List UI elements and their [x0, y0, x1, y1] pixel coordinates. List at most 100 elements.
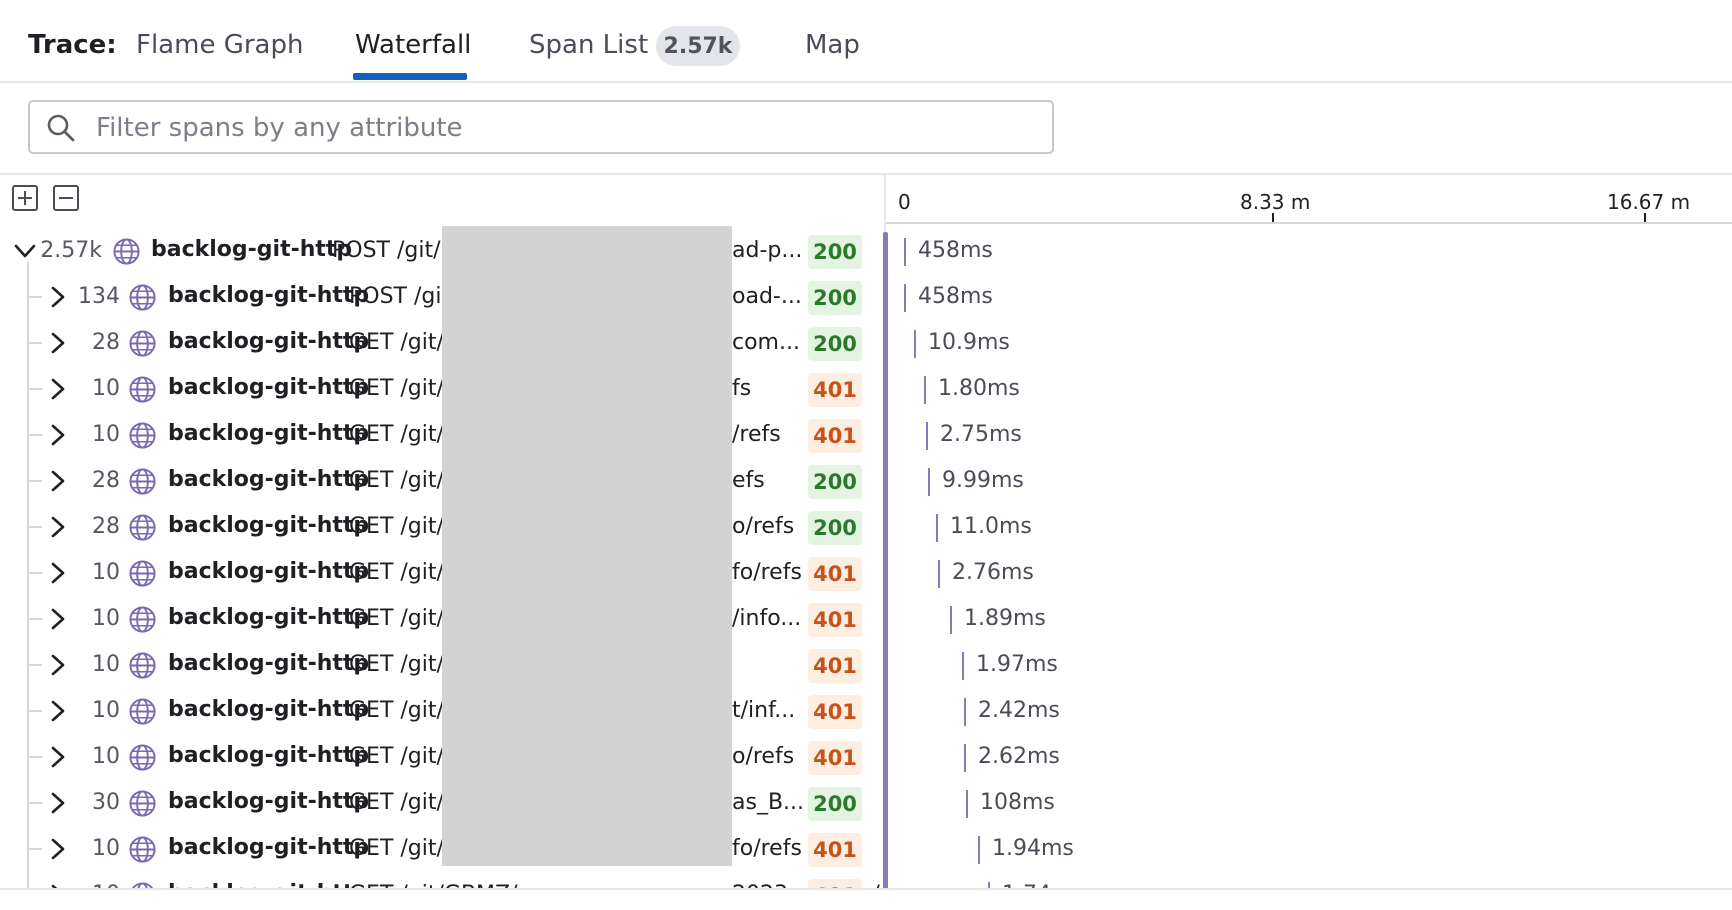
span-duration: 458ms: [918, 284, 993, 309]
chevron-right-icon[interactable]: [47, 424, 69, 446]
timeline-row[interactable]: 1.89ms: [888, 596, 1732, 642]
status-badge: 200: [808, 327, 862, 361]
span-duration-bar: [936, 514, 938, 542]
span-row[interactable]: 28 backlog-git-http GET /git/efs 200: [0, 458, 880, 504]
chevron-right-icon[interactable]: [47, 700, 69, 722]
span-row[interactable]: 30 backlog-git-http GET /git/as_B... 200: [0, 780, 880, 826]
tree-branch: [28, 802, 42, 804]
span-duration-bar: [950, 606, 952, 634]
span-duration-bar: [938, 560, 940, 588]
resource-name-tail: /refs: [732, 422, 781, 447]
globe-icon: [128, 697, 157, 726]
expand-all-button[interactable]: [12, 185, 38, 211]
chevron-right-icon[interactable]: [47, 746, 69, 768]
service-name: backlog-git-http: [168, 375, 370, 400]
axis-tick-label: 0: [898, 190, 911, 214]
timeline-row[interactable]: 108ms: [888, 780, 1732, 826]
tab-flame-graph[interactable]: Flame Graph: [136, 30, 303, 60]
chevron-right-icon[interactable]: [47, 286, 69, 308]
globe-icon: [128, 283, 157, 312]
chevron-right-icon[interactable]: [47, 608, 69, 630]
timeline-row[interactable]: 458ms: [888, 228, 1732, 274]
timeline-row[interactable]: 1.94ms: [888, 826, 1732, 872]
timeline-row[interactable]: 9.99ms: [888, 458, 1732, 504]
header-divider: [0, 173, 1732, 175]
status-badge: 401: [808, 419, 862, 453]
tab-map[interactable]: Map: [805, 30, 860, 60]
chevron-right-icon[interactable]: [47, 838, 69, 860]
timeline-row[interactable]: 2.75ms: [888, 412, 1732, 458]
span-row[interactable]: 134 backlog-git-http POST /git oad-... 200: [0, 274, 880, 320]
span-child-count: 10: [92, 606, 120, 631]
span-duration-bar: [914, 330, 916, 358]
span-row[interactable]: 10 backlog-git-http GET /git/o/refs 401: [0, 734, 880, 780]
service-name: backlog-git-http: [151, 237, 353, 262]
span-row[interactable]: 28 backlog-git-http GET /git/com... 200: [0, 320, 880, 366]
chevron-right-icon[interactable]: [47, 654, 69, 676]
tree-branch: [28, 480, 42, 482]
service-name: backlog-git-http: [168, 605, 370, 630]
globe-icon: [128, 651, 157, 680]
service-name: backlog-git-http: [168, 651, 370, 676]
status-badge: 401: [808, 557, 862, 591]
timeline-row[interactable]: 2.62ms: [888, 734, 1732, 780]
span-duration: 1.97ms: [976, 652, 1058, 677]
status-badge: 401: [808, 603, 862, 637]
span-row[interactable]: 10 backlog-git-http GET /git/ /info... 401: [0, 596, 880, 642]
span-duration: 108ms: [980, 790, 1055, 815]
span-row[interactable]: 2.57k backlog-git-http POST /git/ad-p... 20…: [0, 228, 880, 274]
resource-name: GET /git/: [349, 560, 444, 585]
chevron-right-icon[interactable]: [47, 470, 69, 492]
resource-name: POST /git/: [332, 238, 441, 263]
chevron-right-icon[interactable]: [47, 332, 69, 354]
span-child-count: 10: [92, 744, 120, 769]
span-row[interactable]: 10 backlog-git-http GET /git/ /refs 401: [0, 412, 880, 458]
span-child-count: 28: [92, 330, 120, 355]
service-name: backlog-git-http: [168, 421, 370, 446]
chevron-right-icon[interactable]: [47, 378, 69, 400]
resource-name-tail: fs: [732, 376, 752, 401]
status-badge: 200: [808, 281, 862, 315]
resource-name-tail: o/refs: [732, 744, 795, 769]
span-child-count: 10: [92, 560, 120, 585]
resource-name-tail: as_B...: [732, 790, 805, 815]
span-count-badge: 2.57k: [656, 26, 740, 66]
resource-name: GET /git/: [349, 376, 444, 401]
timeline-row[interactable]: 11.0ms: [888, 504, 1732, 550]
status-badge: 401: [808, 373, 862, 407]
tree-branch: [28, 342, 42, 344]
tab-waterfall[interactable]: Waterfall: [355, 30, 471, 60]
timeline-row[interactable]: 458ms: [888, 274, 1732, 320]
timeline-row[interactable]: 1.97ms: [888, 642, 1732, 688]
timeline-row[interactable]: 10.9ms: [888, 320, 1732, 366]
resource-name: GET /git/: [349, 330, 444, 355]
span-row[interactable]: 10 backlog-git-http GET /git/fs 401: [0, 366, 880, 412]
timeline-row[interactable]: 2.76ms: [888, 550, 1732, 596]
collapse-all-button[interactable]: [53, 185, 79, 211]
span-row[interactable]: 10 backlog-git-http GET /git/fo/refs 401: [0, 550, 880, 596]
span-row[interactable]: 10 backlog-git-http GET /git/401: [0, 642, 880, 688]
span-tree: 2.57k backlog-git-http POST /git/ad-p... 20…: [0, 224, 880, 890]
span-row[interactable]: 10 backlog-git-http GET /git/t/inf... 401: [0, 688, 880, 734]
span-row[interactable]: 10 backlog-git-http GET /git/fo/refs 401: [0, 826, 880, 872]
chevron-right-icon[interactable]: [47, 792, 69, 814]
resource-name-tail: efs: [732, 468, 765, 493]
resource-name: GET /git/: [349, 652, 444, 677]
resource-name: GET /git/: [349, 744, 444, 769]
tab-span-list[interactable]: Span List: [529, 30, 648, 60]
tree-branch: [28, 572, 42, 574]
status-badge: 200: [808, 465, 862, 499]
timeline-row[interactable]: 1.80ms: [888, 366, 1732, 412]
pane-border: [884, 174, 886, 234]
span-row[interactable]: 28 backlog-git-http GET /git/o/refs 200: [0, 504, 880, 550]
span-duration: 2.62ms: [978, 744, 1060, 769]
search-input[interactable]: [94, 108, 1038, 148]
chevron-right-icon[interactable]: [47, 516, 69, 538]
chevron-down-icon[interactable]: [14, 240, 36, 262]
span-duration: 2.75ms: [940, 422, 1022, 447]
search-icon: [47, 114, 75, 142]
tree-branch: [28, 434, 42, 436]
timeline-row[interactable]: 2.42ms: [888, 688, 1732, 734]
span-duration-bar: [904, 238, 906, 266]
chevron-right-icon[interactable]: [47, 562, 69, 584]
